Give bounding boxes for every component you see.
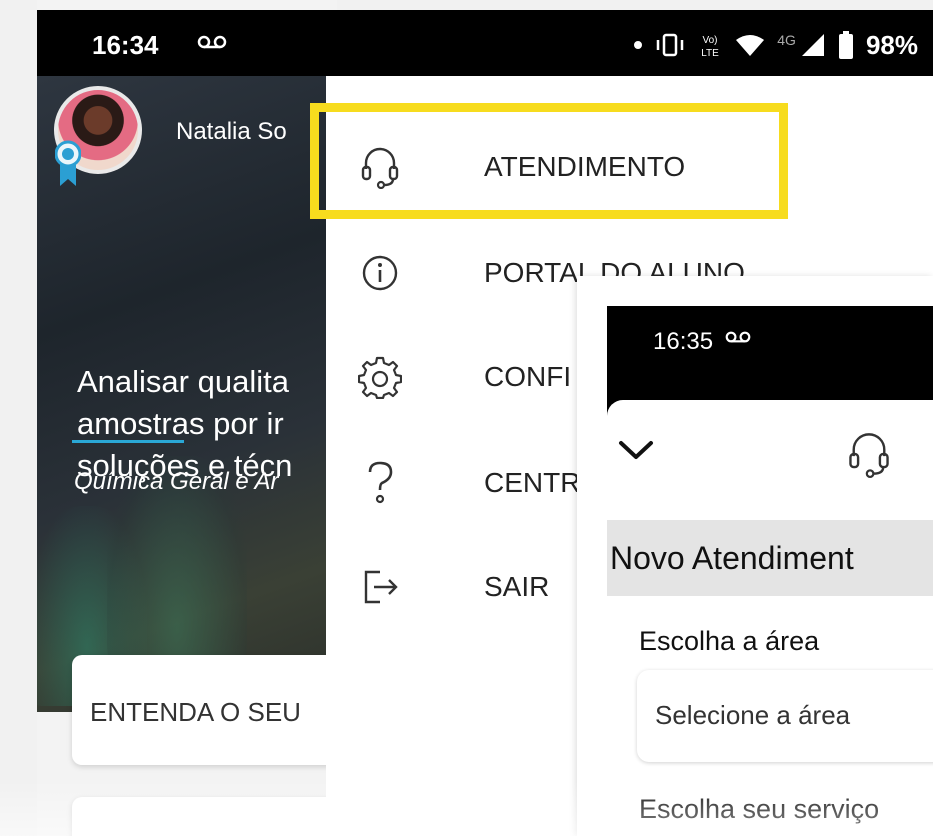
- status-time: 16:35: [653, 328, 714, 355]
- inset-screenshot: 16:35 Novo Atendiment Escolha a área Sel…: [577, 276, 933, 836]
- status-icons: Vo) LTE 4G 98%: [633, 28, 918, 62]
- page-title: Novo Atendiment: [610, 540, 854, 576]
- course-subtitle: Química Geral e Ar: [74, 468, 279, 495]
- accent-divider: [72, 440, 184, 443]
- voicemail-icon: [197, 35, 227, 49]
- badge-ribbon-icon: [55, 140, 81, 186]
- home-screen: Analisar qualita amostras por ir soluçõe…: [37, 0, 337, 836]
- area-select-placeholder: Selecione a área: [655, 700, 851, 730]
- dot-icon: [634, 41, 643, 49]
- wifi-icon: [736, 35, 765, 56]
- info-card[interactable]: [72, 797, 337, 836]
- network-type: 4G: [777, 32, 796, 48]
- card-label: ENTENDA O SEU: [90, 697, 301, 727]
- menu-item-label: CENTR: [484, 467, 581, 498]
- signal-icon: [801, 34, 824, 56]
- gear-icon: [356, 353, 404, 401]
- chevron-down-icon[interactable]: [617, 438, 655, 462]
- svg-text:Vo): Vo): [703, 35, 718, 46]
- info-card[interactable]: ENTENDA O SEU: [72, 655, 337, 765]
- battery-level: 98%: [865, 29, 918, 60]
- status-bar: 16:34 Vo) LTE 4G 98%: [37, 10, 933, 76]
- hero-title-line: Analisar qualita: [77, 364, 289, 399]
- headset-icon: [849, 433, 889, 478]
- service-label: Escolha seu serviço: [639, 794, 880, 824]
- highlight-box: [310, 103, 788, 219]
- info-icon: [356, 249, 404, 297]
- new-ticket-sheet: Novo Atendiment Escolha a área Selecione…: [607, 400, 933, 836]
- vibrate-icon: [657, 33, 684, 57]
- svg-text:LTE: LTE: [701, 48, 719, 59]
- hero-banner: Analisar qualita amostras por ir soluçõe…: [37, 76, 337, 712]
- menu-item-label: SAIR: [484, 571, 550, 602]
- hero-title-line: amostras por ir: [77, 406, 284, 441]
- user-name: Natalia So: [176, 118, 287, 145]
- battery-icon: [838, 31, 853, 59]
- menu-item-label: CONFI: [484, 361, 572, 392]
- question-icon: [356, 459, 404, 507]
- logout-icon: [356, 563, 404, 611]
- volte-icon: Vo) LTE: [701, 35, 719, 59]
- area-label: Escolha a área: [639, 626, 820, 656]
- area-select[interactable]: Selecione a área: [637, 670, 933, 762]
- status-time: 16:34: [92, 30, 159, 60]
- sheet-title-bar: Novo Atendiment: [607, 520, 933, 596]
- voicemail-icon: [725, 331, 751, 343]
